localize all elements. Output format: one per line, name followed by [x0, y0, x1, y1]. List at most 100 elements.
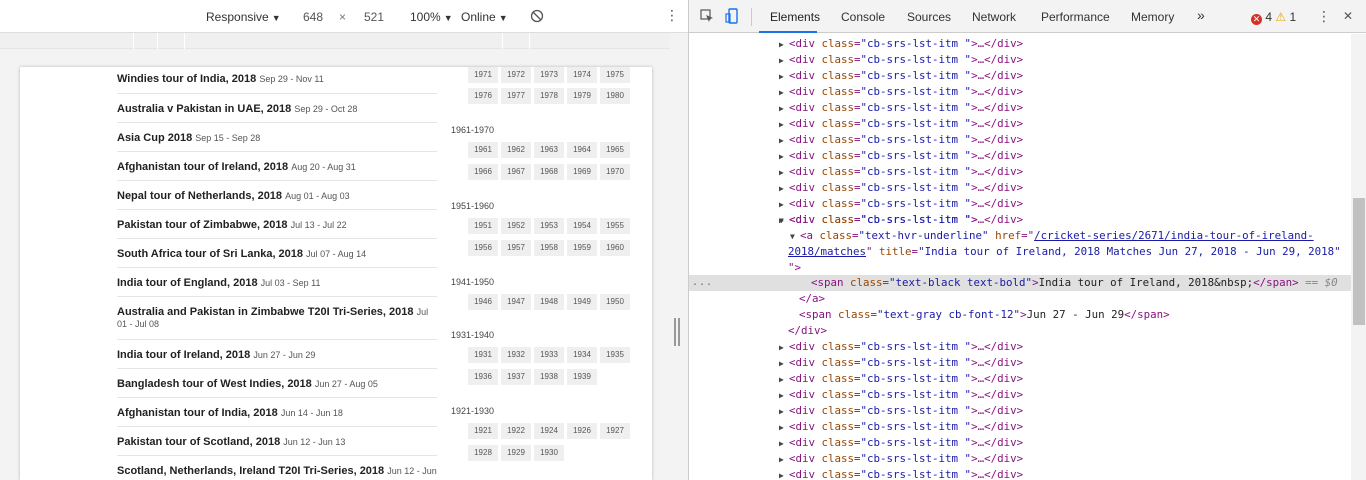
year-chip[interactable]: 1926 [567, 423, 597, 439]
year-chip[interactable]: 1972 [501, 67, 531, 83]
issue-counters[interactable]: ✕ 4 ⚠ 1 [1251, 10, 1296, 25]
dom-node-collapsed[interactable]: ▶ <div class="cb-srs-lst-itm ">…</div> [779, 84, 1023, 100]
dom-node-collapsed[interactable]: ▶ <div class="cb-srs-lst-itm ">…</div> [779, 148, 1023, 164]
year-chip[interactable]: 1960 [600, 240, 630, 256]
year-chip[interactable]: 1930 [534, 445, 564, 461]
year-chip[interactable]: 1924 [534, 423, 564, 439]
dom-node-selected[interactable]: <span class="text-black text-bold">India… [811, 275, 1338, 291]
series-list-item[interactable]: Australia and Pakistan in Zimbabwe T20I … [117, 297, 437, 340]
ruler-segment[interactable] [529, 33, 555, 49]
dom-tag-close[interactable]: </div> [788, 323, 827, 339]
series-list-item[interactable]: Pakistan tour of Scotland, 2018 Jun 12 -… [117, 427, 437, 456]
year-chip[interactable]: 1976 [468, 88, 498, 104]
resize-handle[interactable] [674, 318, 682, 346]
year-chip[interactable]: 1946 [468, 294, 498, 310]
series-list-item[interactable]: Bangladesh tour of West Indies, 2018 Jun… [117, 369, 437, 398]
dom-node-collapsed[interactable]: ▶ <div class="cb-srs-lst-itm ">…</div> [779, 100, 1023, 116]
year-chip[interactable]: 1966 [468, 164, 498, 180]
year-chip[interactable]: 1958 [534, 240, 564, 256]
ruler-segment[interactable] [184, 33, 502, 49]
series-list-item[interactable]: Windies tour of India, 2018 Sep 29 - Nov… [117, 67, 437, 94]
year-chip[interactable]: 1952 [501, 218, 531, 234]
series-list-item[interactable]: Nepal tour of Netherlands, 2018 Aug 01 -… [117, 181, 437, 210]
year-chip[interactable]: 1957 [501, 240, 531, 256]
year-chip[interactable]: 1928 [468, 445, 498, 461]
year-chip[interactable]: 1950 [600, 294, 630, 310]
year-chip[interactable]: 1927 [600, 423, 630, 439]
year-chip[interactable]: 1974 [567, 67, 597, 83]
dom-tag-close-bracket[interactable]: "> [788, 260, 801, 276]
year-chip[interactable]: 1970 [600, 164, 630, 180]
year-chip[interactable]: 1929 [501, 445, 531, 461]
series-title[interactable]: Australia v Pakistan in UAE, 2018 [117, 103, 291, 115]
series-list-item[interactable]: Afghanistan tour of Ireland, 2018 Aug 20… [117, 152, 437, 181]
year-chip[interactable]: 1948 [534, 294, 564, 310]
year-chip[interactable]: 1931 [468, 347, 498, 363]
dom-node-collapsed[interactable]: ▶ <div class="cb-srs-lst-itm ">…</div> [779, 164, 1023, 180]
series-title[interactable]: India tour of Ireland, 2018 [117, 349, 250, 361]
year-chip[interactable]: 1973 [534, 67, 564, 83]
year-chip[interactable]: 1961 [468, 142, 498, 158]
year-chip[interactable]: 1949 [567, 294, 597, 310]
year-chip[interactable]: 1955 [600, 218, 630, 234]
device-menu-icon[interactable]: ⋮ [665, 8, 679, 22]
year-chip[interactable]: 1978 [534, 88, 564, 104]
series-list-item[interactable]: India tour of Ireland, 2018 Jun 27 - Jun… [117, 340, 437, 369]
year-chip[interactable]: 1932 [501, 347, 531, 363]
height-input[interactable]: 521 [364, 10, 384, 24]
year-chip[interactable]: 1959 [567, 240, 597, 256]
year-chip[interactable]: 1969 [567, 164, 597, 180]
year-chip[interactable]: 1967 [501, 164, 531, 180]
media-query-ruler[interactable] [0, 33, 670, 49]
ruler-segment[interactable] [502, 33, 529, 49]
dom-node-collapsed[interactable]: ▶ <div class="cb-srs-lst-itm ">…</div> [779, 387, 1023, 403]
href-link[interactable]: /cricket-series/2671/india-tour-of-irela… [1034, 229, 1314, 242]
series-title[interactable]: Australia and Pakistan in Zimbabwe T20I … [117, 306, 414, 318]
series-list-item[interactable]: Afghanistan tour of India, 2018 Jun 14 -… [117, 398, 437, 427]
dom-node-collapsed[interactable]: ▶ <div class="cb-srs-lst-itm ">…</div> [779, 451, 1023, 467]
tab-performance[interactable]: Performance [1041, 10, 1110, 24]
series-title[interactable]: South Africa tour of Sri Lanka, 2018 [117, 248, 303, 260]
series-list-item[interactable]: Asia Cup 2018 Sep 15 - Sep 28 [117, 123, 437, 152]
dom-node-collapsed[interactable]: ▶ <div class="cb-srs-lst-itm ">…</div> [779, 435, 1023, 451]
year-chip[interactable]: 1947 [501, 294, 531, 310]
year-chip[interactable]: 1975 [600, 67, 630, 83]
tab-elements[interactable]: Elements [770, 10, 820, 24]
series-title[interactable]: Bangladesh tour of West Indies, 2018 [117, 378, 312, 390]
year-chip[interactable]: 1954 [567, 218, 597, 234]
tab-network[interactable]: Network [972, 10, 1016, 24]
series-list-item[interactable]: India tour of England, 2018 Jul 03 - Sep… [117, 268, 437, 297]
more-tabs-icon[interactable]: » [1197, 8, 1205, 22]
series-title[interactable]: India tour of England, 2018 [117, 277, 258, 289]
year-chip[interactable]: 1963 [534, 142, 564, 158]
close-icon[interactable]: ✕ [1343, 9, 1353, 23]
year-chip[interactable]: 1921 [468, 423, 498, 439]
year-chip[interactable]: 1956 [468, 240, 498, 256]
dom-node-collapsed[interactable]: ▶ <div class="cb-srs-lst-itm ">…</div> [779, 52, 1023, 68]
year-chip[interactable]: 1951 [468, 218, 498, 234]
dom-node-collapsed[interactable]: ▶ <div class="cb-srs-lst-itm ">…</div> [779, 132, 1023, 148]
dom-node-collapsed[interactable]: ▶ <div class="cb-srs-lst-itm ">…</div> [779, 467, 1023, 480]
ruler-segment[interactable] [133, 33, 157, 49]
dom-node-collapsed[interactable]: ▶ <div class="cb-srs-lst-itm ">…</div> [779, 403, 1023, 419]
year-chip[interactable]: 1938 [534, 369, 564, 385]
series-title[interactable]: Nepal tour of Netherlands, 2018 [117, 190, 282, 202]
dom-node-expanded[interactable]: ▼ <div class="cb-srs-lst-itm "> [779, 212, 978, 228]
year-chip[interactable]: 1980 [600, 88, 630, 104]
dom-node-collapsed[interactable]: ▶ <div class="cb-srs-lst-itm ">…</div> [779, 68, 1023, 84]
zoom-select[interactable]: 100% ▼ [410, 10, 453, 25]
tab-sources[interactable]: Sources [907, 10, 951, 24]
dom-node-collapsed[interactable]: ▶ <div class="cb-srs-lst-itm ">…</div> [779, 36, 1023, 52]
href-link[interactable]: 2018/matches [788, 245, 866, 258]
series-list-item[interactable]: Australia v Pakistan in UAE, 2018 Sep 29… [117, 94, 437, 123]
year-chip[interactable]: 1933 [534, 347, 564, 363]
tab-memory[interactable]: Memory [1131, 10, 1174, 24]
year-chip[interactable]: 1977 [501, 88, 531, 104]
rotate-icon[interactable] [530, 9, 544, 26]
year-chip[interactable]: 1935 [600, 347, 630, 363]
series-list-item[interactable]: Pakistan tour of Zimbabwe, 2018 Jul 13 -… [117, 210, 437, 239]
dom-node-collapsed[interactable]: ▶ <div class="cb-srs-lst-itm ">…</div> [779, 355, 1023, 371]
devtools-menu-icon[interactable]: ⋮ [1317, 8, 1331, 25]
series-list-item[interactable]: South Africa tour of Sri Lanka, 2018 Jul… [117, 239, 437, 268]
year-chip[interactable]: 1936 [468, 369, 498, 385]
